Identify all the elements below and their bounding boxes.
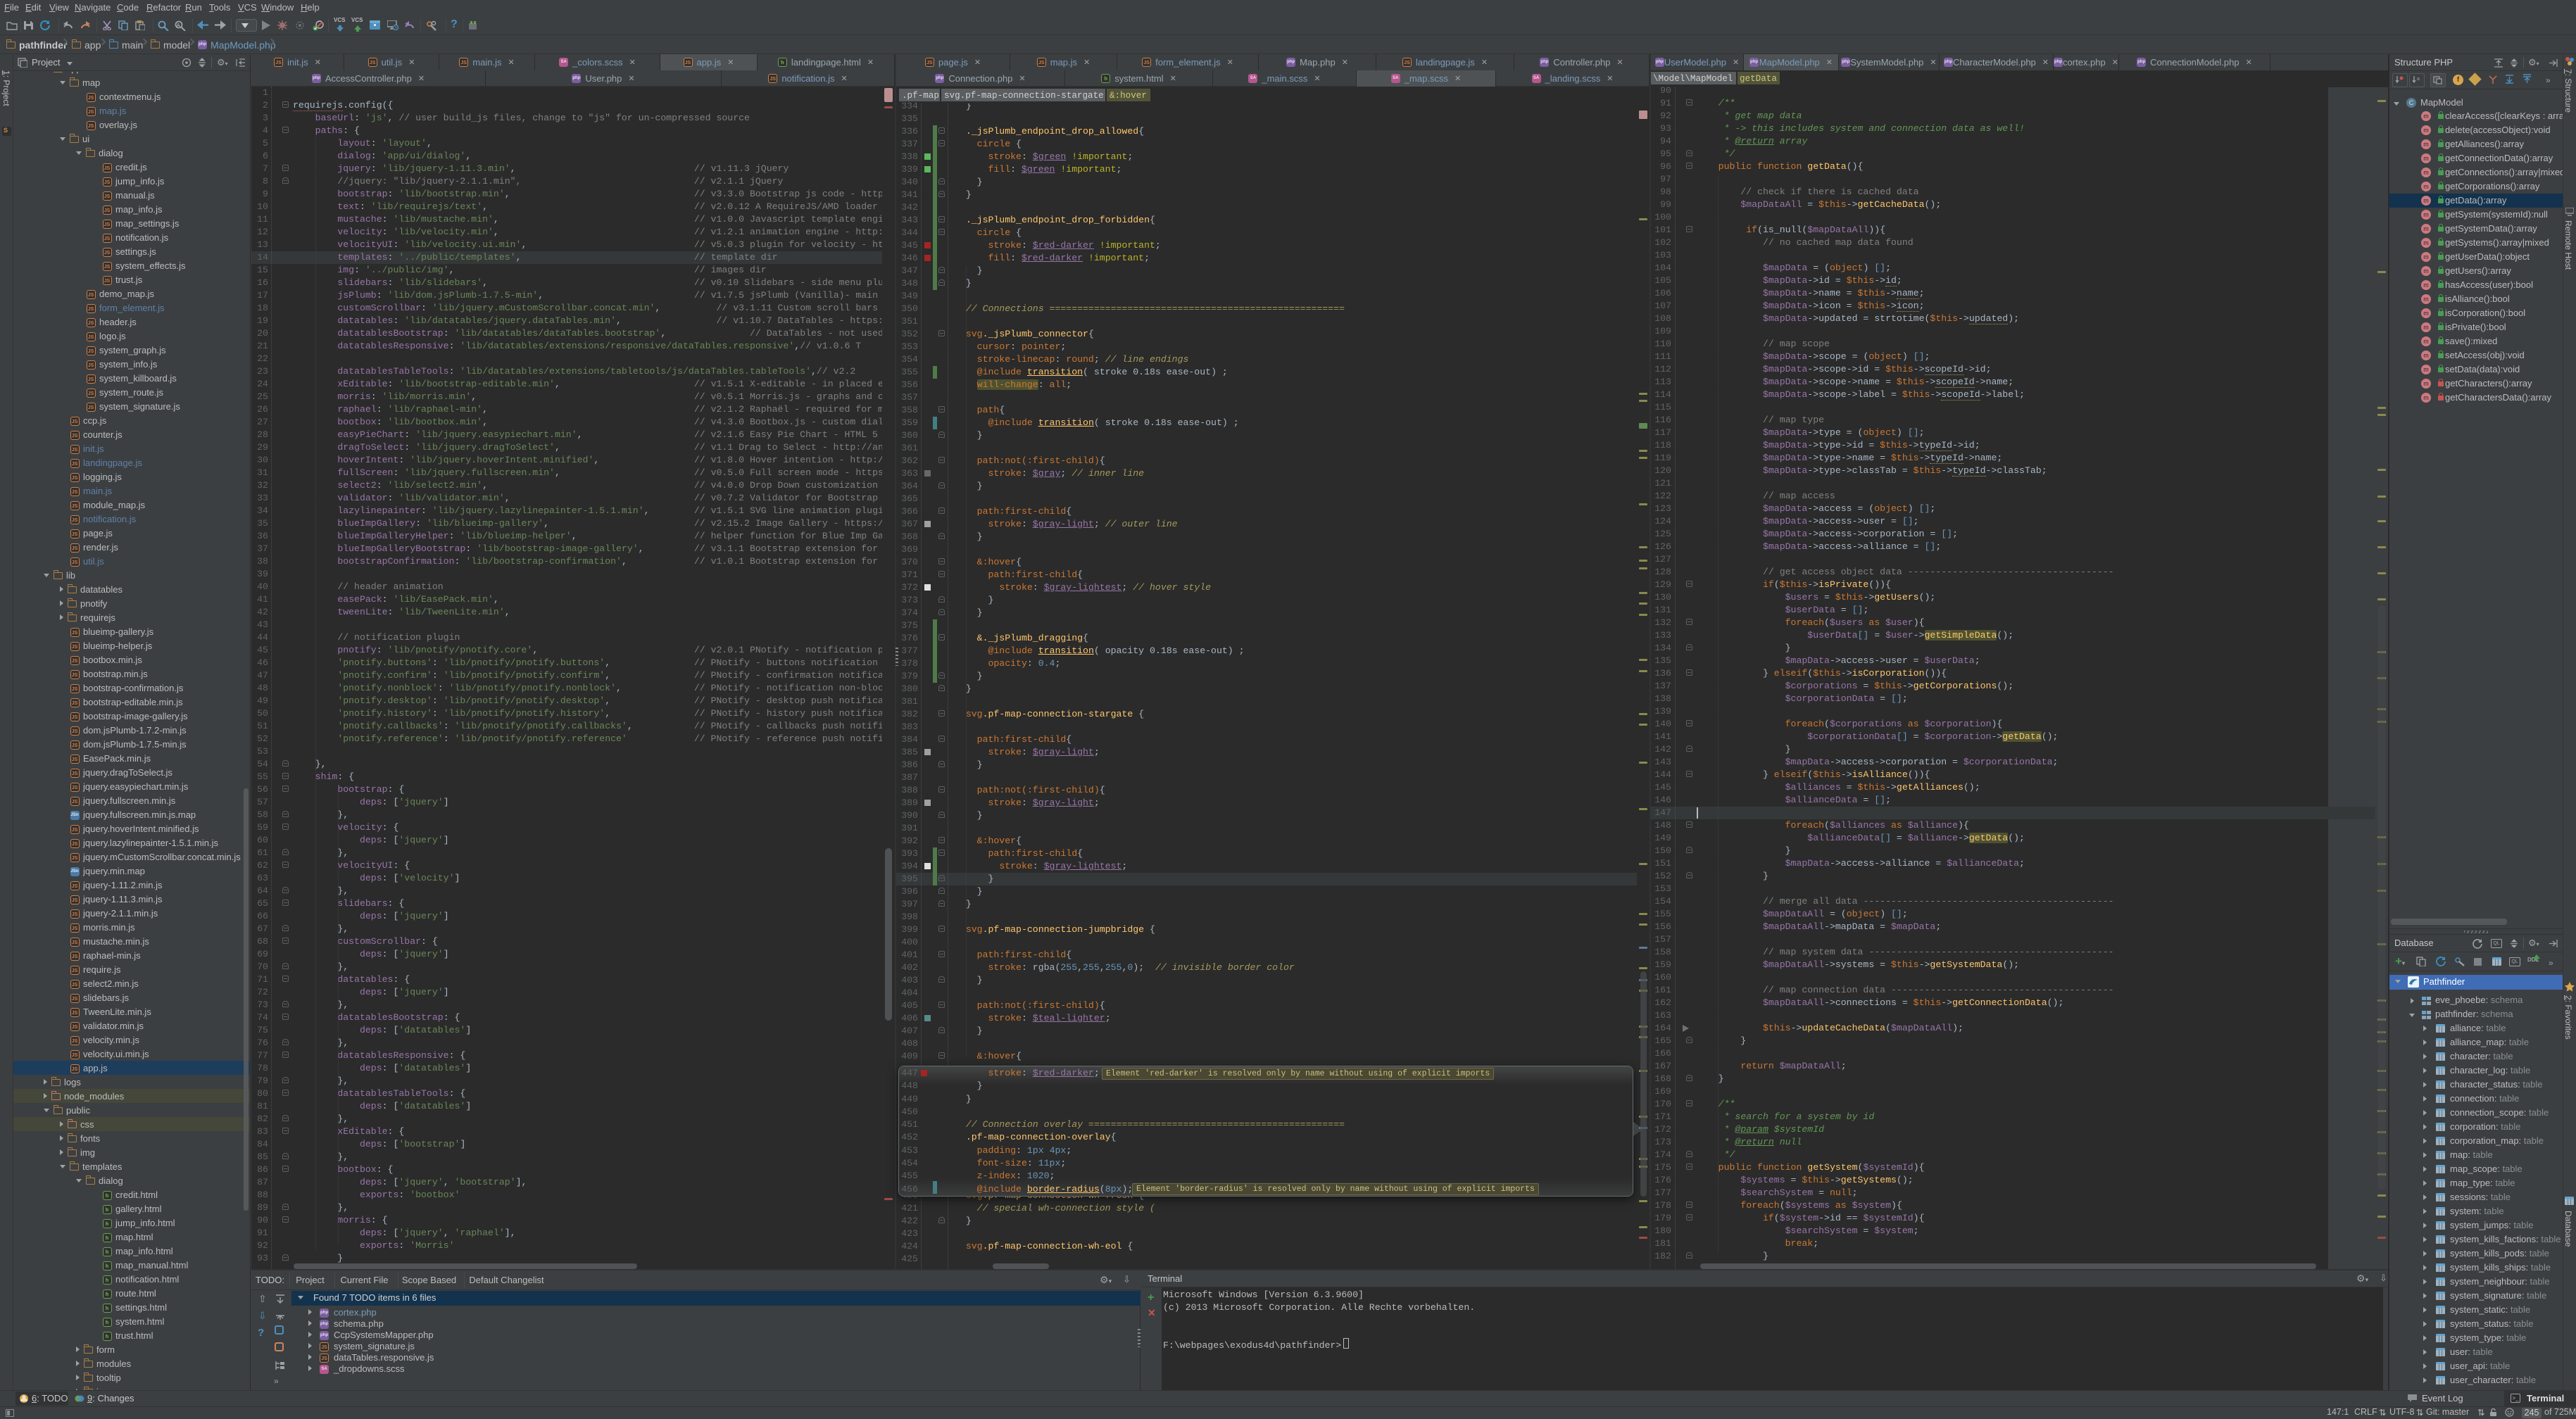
svg-text:A: A — [177, 23, 180, 28]
svg-text:a: a — [2417, 77, 2420, 82]
